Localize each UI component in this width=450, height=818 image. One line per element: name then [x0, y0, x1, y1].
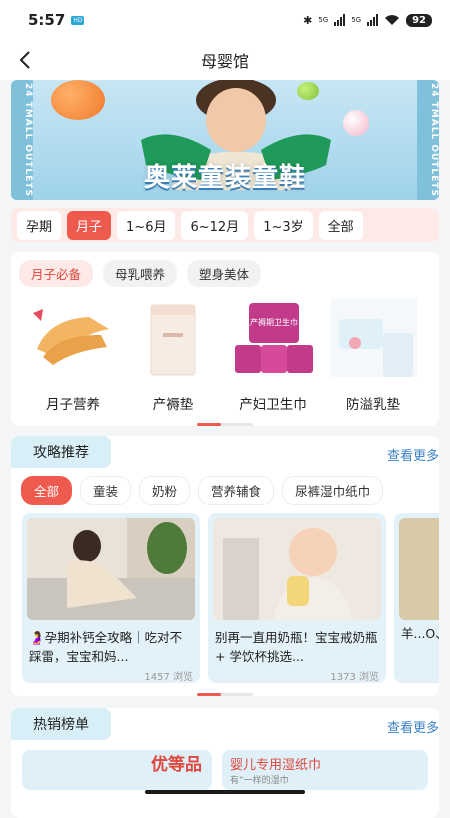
page-title: 母婴馆 — [200, 52, 249, 71]
hot-card[interactable]: 婴儿专用湿纸巾 有“一样的湿巾 — [222, 750, 428, 790]
product-name: 产妇卫生巾 — [239, 397, 307, 413]
hot-more-link[interactable]: 查看更多 — [387, 708, 439, 736]
network-label-2: 5G — [351, 16, 362, 24]
stage-tab-all[interactable]: 全部 — [318, 210, 363, 240]
banner-headline: 奥莱童装童鞋 — [143, 163, 306, 193]
sub-tabs: 月子必备 母乳喂养 塑身美体 — [11, 252, 439, 287]
status-time: 5:57 — [28, 11, 66, 29]
article-title: 羊...O、 — [401, 626, 439, 641]
product-name: 月子营养 — [46, 397, 100, 413]
article-tab-clothing[interactable]: 童装 — [80, 476, 132, 505]
product-item[interactable]: 防溢乳垫 — [323, 299, 423, 413]
hot-title: 热销榜单 — [11, 708, 111, 740]
article-image-partial — [399, 518, 439, 620]
article-tab-formula[interactable]: 奶粉 — [139, 476, 191, 505]
product-image-pad — [150, 304, 196, 376]
hot-card-label: 婴儿专用湿纸巾 — [230, 758, 322, 773]
hot-header: 热销榜单 查看更多 — [11, 708, 439, 740]
balloon-pink — [343, 110, 369, 136]
product-image-sanitary: 产褥期卫生巾 — [235, 303, 313, 373]
signal-icon — [334, 14, 346, 26]
category-card: 月子必备 母乳喂养 塑身美体 月子营养 产褥垫 产褥期卫生巾 产妇卫生巾 防溢乳… — [11, 252, 439, 426]
page-header: 母婴馆 — [0, 40, 450, 80]
article-card[interactable]: 🤰孕期补钙全攻略｜吃对不踩雷，宝宝和妈... 1457 浏览 — [22, 513, 200, 683]
product-image-nursing-pad — [331, 299, 417, 377]
hd-badge: HD — [71, 15, 85, 25]
back-arrow-icon[interactable] — [14, 48, 38, 72]
sub-tab-body-shaping[interactable]: 塑身美体 — [187, 260, 262, 287]
hot-card[interactable]: 优等品 — [22, 750, 212, 790]
article-tab-nutrition[interactable]: 营养辅食 — [198, 476, 275, 505]
product-item[interactable]: 月子营养 — [23, 299, 123, 413]
stage-tabs: 孕期 月子 1~6月 6~12月 1~3岁 全部 — [11, 208, 439, 242]
battery-indicator: 92 — [406, 13, 432, 27]
article-views: 1373 浏览 — [330, 672, 379, 683]
promo-banner[interactable]: 24 TMALL OUTLETS 24 TMALL OUTLETS 奥莱童装童鞋 — [11, 80, 439, 200]
status-bar: 5:57 HD ✱ 5G 5G 92 — [0, 0, 450, 40]
product-name: 产褥垫 — [152, 397, 194, 413]
product-item[interactable]: 产褥期卫生巾 产妇卫生巾 — [223, 299, 323, 413]
wifi-icon — [385, 15, 400, 25]
article-list: 🤰孕期补钙全攻略｜吃对不踩雷，宝宝和妈... 1457 浏览 别再一直用奶瓶！宝… — [11, 513, 439, 683]
status-left: 5:57 HD — [28, 11, 85, 29]
stage-tab-pregnancy[interactable]: 孕期 — [17, 210, 62, 240]
article-card[interactable]: 羊...O、 — [394, 513, 439, 683]
status-icons: ✱ 5G 5G 92 — [303, 13, 432, 27]
article-views: 1457 浏览 — [144, 672, 193, 683]
article-filter-tabs: 全部 童装 奶粉 营养辅食 尿裤湿巾纸巾 — [11, 468, 439, 513]
hot-list-section: 热销榜单 查看更多 优等品 婴儿专用湿纸巾 有“一样的湿巾 — [11, 708, 439, 818]
articles-section: 攻略推荐 查看更多 全部 童装 奶粉 营养辅食 尿裤湿巾纸巾 🤰孕期补钙全攻略｜… — [11, 436, 439, 696]
stage-tab-postpartum[interactable]: 月子 — [67, 210, 112, 240]
scroll-indicator — [197, 423, 253, 426]
sub-tab-breastfeeding[interactable]: 母乳喂养 — [103, 260, 178, 287]
product-name: 防溢乳垫 — [346, 397, 400, 413]
stage-tab-6-12m[interactable]: 6~12月 — [181, 210, 249, 240]
articles-more-link[interactable]: 查看更多 — [387, 436, 439, 464]
article-title: 🤰孕期补钙全攻略｜吃对不踩雷，宝宝和妈... — [29, 630, 183, 664]
hot-card-sub: 有“一样的湿巾 — [230, 776, 289, 786]
articles-scroll-indicator — [197, 693, 253, 696]
home-indicator — [145, 790, 305, 794]
network-label-1: 5G — [318, 16, 329, 24]
stage-tab-1-3y[interactable]: 1~3岁 — [254, 210, 313, 240]
bluetooth-icon: ✱ — [303, 13, 313, 27]
signal-icon-2 — [367, 14, 379, 26]
articles-title: 攻略推荐 — [11, 436, 111, 468]
svg-text:产褥期卫生巾: 产褥期卫生巾 — [250, 317, 298, 327]
articles-header: 攻略推荐 查看更多 — [11, 436, 439, 468]
article-image-pregnant — [27, 518, 195, 620]
balloon-orange — [51, 80, 105, 120]
hot-card-label: 优等品 — [151, 755, 202, 775]
article-tab-diapers[interactable]: 尿裤湿巾纸巾 — [282, 476, 384, 505]
sub-tab-postpartum-essentials[interactable]: 月子必备 — [19, 260, 94, 287]
product-item[interactable]: 产褥垫 — [123, 299, 223, 413]
product-list: 月子营养 产褥垫 产褥期卫生巾 产妇卫生巾 防溢乳垫 — [11, 287, 439, 413]
article-image-baby-bottle — [213, 518, 381, 620]
product-image-nutrition — [33, 309, 109, 365]
article-title: 别再一直用奶瓶！宝宝戒奶瓶 + 学饮杯挑选... — [215, 630, 378, 664]
article-card[interactable]: 别再一直用奶瓶！宝宝戒奶瓶 + 学饮杯挑选... 1373 浏览 — [208, 513, 386, 683]
stage-tab-1-6m[interactable]: 1~6月 — [117, 210, 176, 240]
article-tab-all[interactable]: 全部 — [21, 476, 73, 505]
hot-cards: 优等品 婴儿专用湿纸巾 有“一样的湿巾 — [11, 740, 439, 790]
